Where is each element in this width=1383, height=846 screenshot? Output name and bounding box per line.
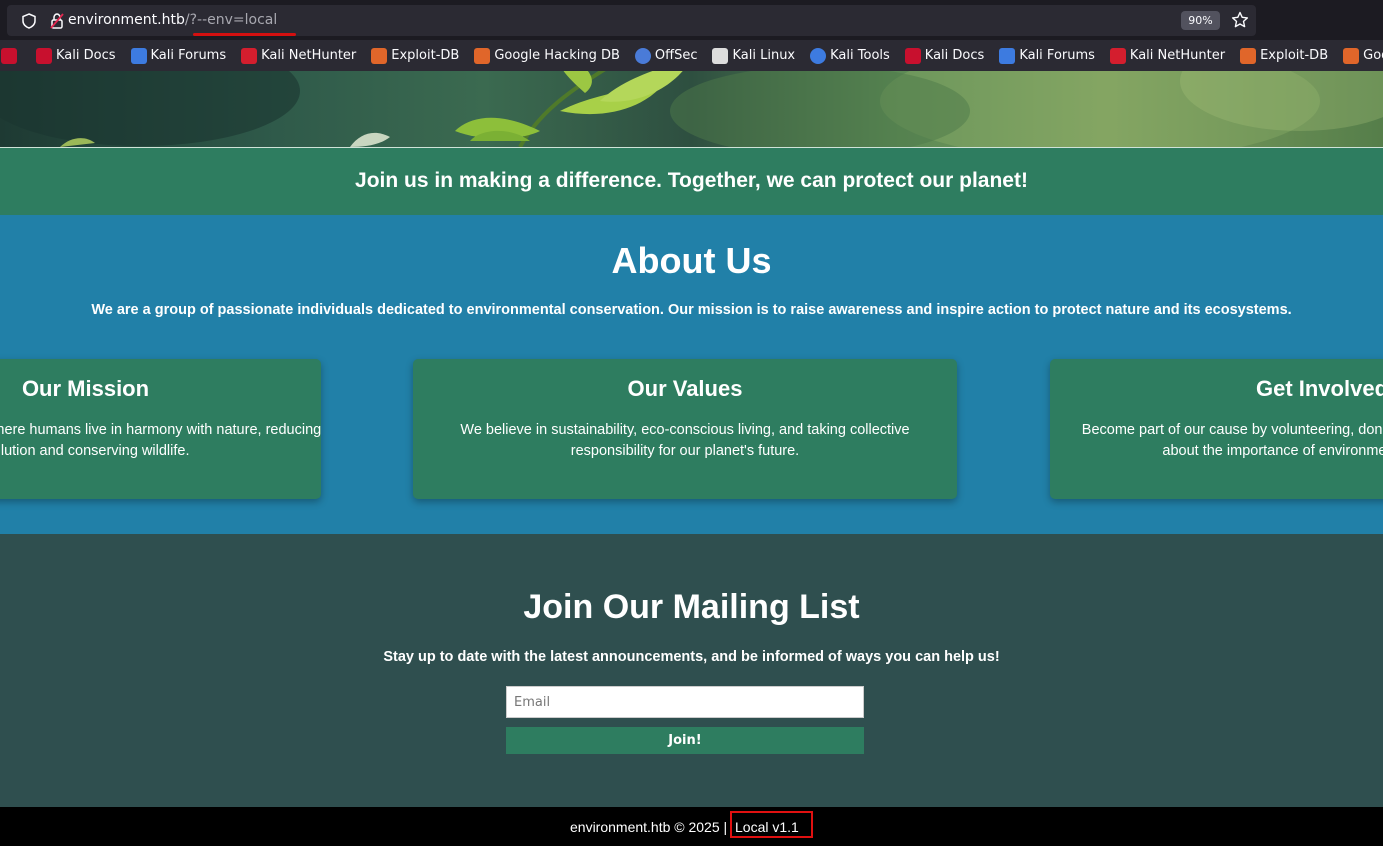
bookmark-item[interactable]: Kali Linux — [703, 40, 801, 71]
bookmark-label: Kali Docs — [924, 48, 985, 63]
bookmark-item[interactable]: OffSec — [626, 40, 704, 71]
bookmark-item[interactable]: Kali Forums — [122, 40, 233, 71]
email-input[interactable] — [506, 686, 864, 718]
bookmarks-list: Kali Docs Kali Forums Kali NetHunter Exploi… — [0, 40, 1383, 71]
version-highlight-annotation — [730, 811, 813, 838]
url-bar[interactable]: environment.htb/?--env=local 90% — [7, 5, 1256, 36]
bookmark-label: Kali Docs — [56, 48, 116, 63]
card-text-line: We strive for a world where humans live … — [0, 422, 321, 438]
card-text-line: We believe in sustainability, eco-consci… — [460, 422, 910, 438]
bookmark-label: Google Hacking DB — [494, 48, 620, 63]
bookmark-label: OffSec — [654, 48, 698, 63]
lock-slash-icon[interactable] — [49, 12, 65, 30]
kali-docs-icon — [36, 47, 52, 64]
offsec-icon — [634, 47, 651, 64]
bookmark-item[interactable]: Exploit-DB — [1231, 40, 1334, 71]
nethunter-icon — [241, 47, 258, 64]
mailing-description: Stay up to date with the latest announce… — [383, 649, 1000, 665]
bookmark-item[interactable]: Kali Tools — [801, 40, 896, 71]
zoom-badge[interactable]: 90% — [1181, 11, 1220, 30]
bookmark-label: Exploit-DB — [391, 48, 460, 63]
url-underline-annotation — [193, 33, 296, 36]
card-text: We believe in sustainability, eco-consci… — [413, 420, 957, 462]
card-get-involved: Get Involved Become part of our cause by… — [1050, 359, 1383, 499]
shield-icon[interactable] — [21, 13, 37, 29]
bookmark-label: Kali NetHunter — [1129, 48, 1226, 63]
bookmark-item[interactable]: Kali Docs — [896, 40, 991, 71]
footer-copyright: environment.htb © 2025 | — [570, 819, 728, 835]
url-host: environment.htb — [68, 12, 185, 28]
exploitdb-icon — [1240, 47, 1257, 64]
kali-docs-icon — [1, 47, 17, 64]
card-our-values: Our Values We believe in sustainability,… — [413, 359, 957, 499]
card-title: Our Mission — [21, 376, 150, 401]
browser-toolbar: environment.htb/?--env=local 90% — [0, 0, 1383, 40]
bookmark-label: Kali NetHunter — [261, 48, 357, 63]
bookmark-item[interactable]: Kali Docs — [27, 40, 122, 71]
card-text: Become part of our cause by volunteering… — [1050, 420, 1383, 462]
url-text[interactable]: environment.htb/?--env=local — [68, 12, 277, 28]
bookmark-label: Kali Linux — [732, 48, 796, 63]
about-section: About Us We are a group of passionate in… — [0, 215, 1383, 534]
card-text: We strive for a world where humans live … — [0, 420, 321, 462]
web-page: Join us in making a difference. Together… — [0, 71, 1383, 846]
bookmark-label: Kali Forums — [1019, 48, 1095, 63]
about-title: About Us — [611, 240, 772, 281]
bookmark-item[interactable]: Exploit-DB — [362, 40, 465, 71]
kali-forums-icon — [999, 47, 1016, 64]
bookmark-label: Exploit-DB — [1260, 48, 1329, 63]
card-text-line: Become part of our cause by volunteering… — [1081, 422, 1383, 438]
ghdb-icon — [1343, 47, 1360, 64]
leaf-illustration — [0, 71, 1383, 147]
card-title: Our Values — [627, 376, 743, 401]
bookmark-item[interactable]: Kali NetHunter — [1101, 40, 1231, 71]
card-text-line: about the importance of environmental pr… — [1162, 443, 1383, 459]
bookmark-item[interactable]: Kali Forums — [990, 40, 1101, 71]
banner-slogan: Join us in making a difference. Together… — [0, 147, 1383, 215]
bookmark-item[interactable]: Kali NetHunter — [232, 40, 362, 71]
hero-image — [0, 71, 1383, 147]
bookmarks-toolbar: Kali Docs Kali Forums Kali NetHunter Exploi… — [0, 40, 1383, 71]
bookmark-label: Kali Tools — [830, 48, 890, 63]
kali-tools-icon — [810, 47, 827, 64]
footer: environment.htb © 2025 | Local v1.1 — [0, 807, 1383, 846]
nethunter-icon — [1109, 47, 1126, 64]
kali-dragon-icon — [712, 47, 729, 64]
bookmark-label: Kali Forums — [150, 48, 227, 63]
bookmark-item[interactable]: Google Hacking DB — [1334, 40, 1383, 71]
card-text-line: pollution and conserving wildlife. — [0, 443, 190, 459]
card-our-mission: Our Mission We strive for a world where … — [0, 359, 321, 499]
exploitdb-icon — [371, 47, 388, 64]
bookmark-item[interactable]: Google Hacking DB — [465, 40, 626, 71]
card-text-line: responsibility for our planet's future. — [570, 443, 800, 459]
about-description: We are a group of passionate individuals… — [91, 302, 1292, 318]
star-icon[interactable] — [1231, 11, 1249, 29]
bookmark-label: Google Hacking DB — [1363, 48, 1383, 63]
kali-docs-icon — [904, 47, 921, 64]
url-query: /?--env=local — [184, 12, 278, 28]
join-button[interactable]: Join! — [506, 727, 864, 754]
ghdb-icon — [474, 47, 491, 64]
mailing-title: Join Our Mailing List — [523, 588, 860, 626]
card-title: Get Involved — [1255, 376, 1383, 401]
kali-forums-icon — [130, 47, 147, 64]
bookmark-item[interactable] — [0, 40, 27, 71]
